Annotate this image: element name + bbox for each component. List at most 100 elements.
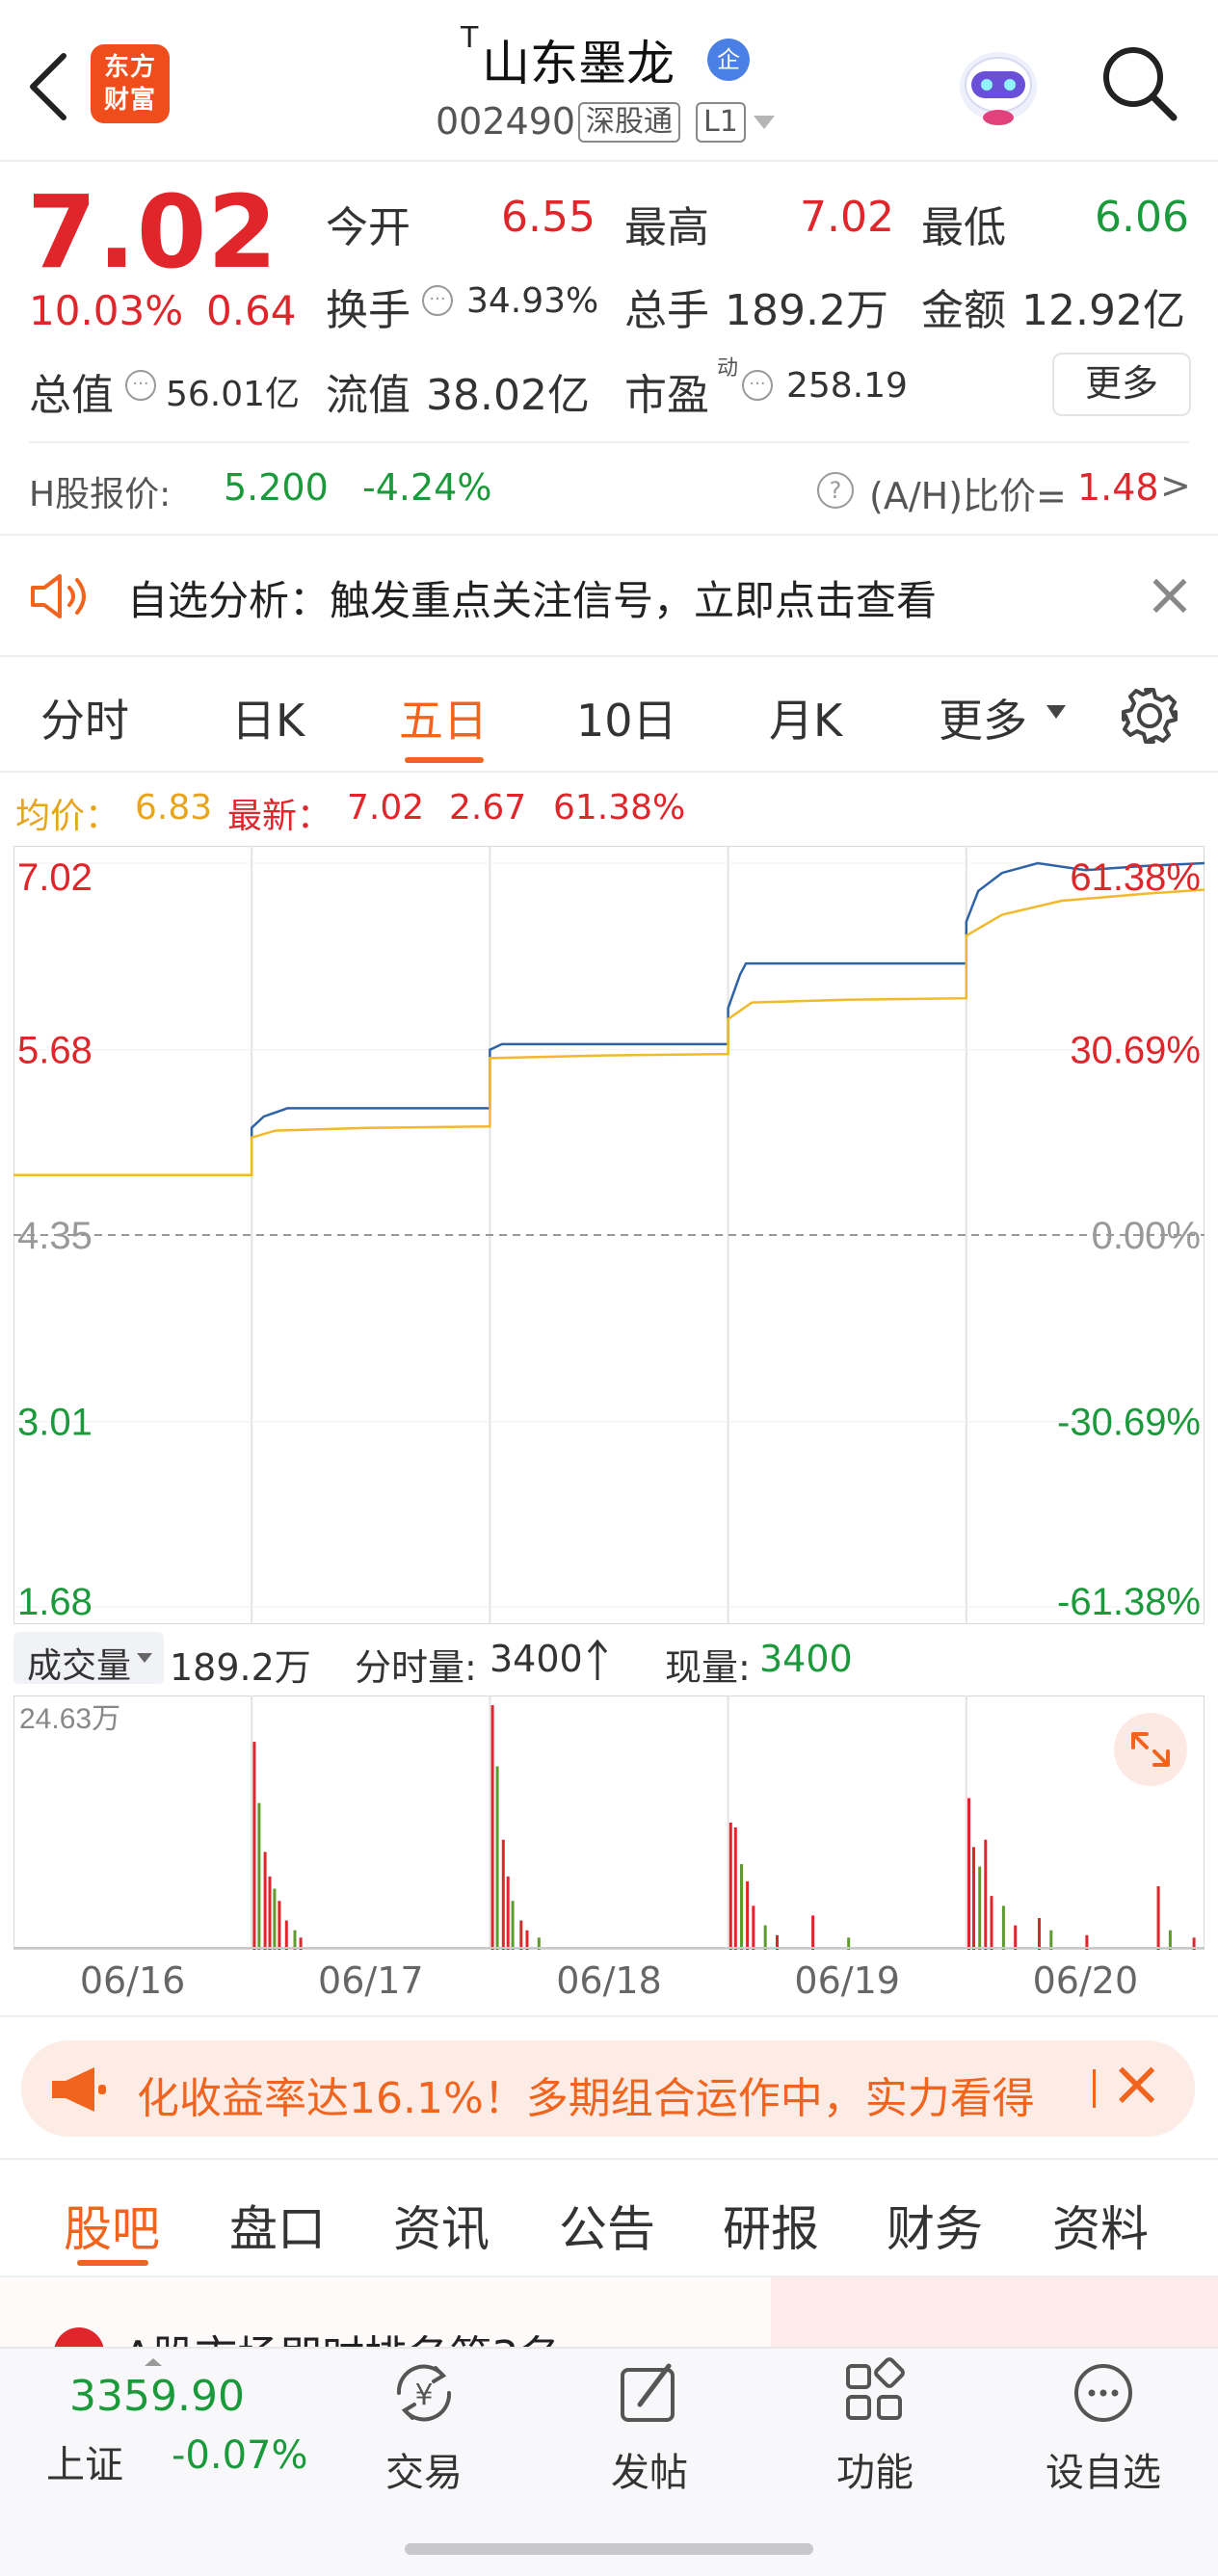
- tab-order-book[interactable]: 盘口: [229, 2191, 326, 2260]
- tab-more[interactable]: 更多: [939, 686, 1027, 749]
- tab-monthly-k[interactable]: 月K: [769, 686, 842, 749]
- tab-intraday[interactable]: 分时: [40, 686, 129, 749]
- caret-up-icon: [145, 2358, 162, 2366]
- volume-bar: [519, 1920, 523, 1950]
- tick-volume-value: 3400: [490, 1638, 583, 1680]
- close-icon[interactable]: ×: [1145, 559, 1195, 629]
- ad-banner[interactable]: 化收益率达16.1%！多期组合运作中，实力看得 ×: [21, 2040, 1195, 2137]
- ad-banner-text: 化收益率达16.1%！多期组合运作中，实力看得: [137, 2074, 1035, 2123]
- y-tick-label-right: 30.69%: [1070, 1030, 1201, 1072]
- volume-bar: [972, 1847, 975, 1950]
- pe-label: 市盈: [624, 371, 709, 420]
- tab-financials[interactable]: 财务: [887, 2191, 983, 2260]
- y-tick-label-right: 61.38%: [1070, 856, 1201, 899]
- h-share-label: H股报价:: [29, 475, 172, 514]
- index-name[interactable]: 上证: [46, 2433, 123, 2489]
- high-value: 7.02: [800, 193, 894, 242]
- yuan-exchange-icon: ¥: [396, 2364, 452, 2422]
- x-tick-label: 06/19: [794, 1959, 900, 2002]
- change-amount: 0.64: [206, 287, 297, 334]
- stock-code: 002490: [436, 100, 576, 143]
- x-tick-label: 06/17: [318, 1959, 424, 2002]
- index-value[interactable]: 3359.90: [69, 2372, 245, 2421]
- low-label: 最低: [921, 203, 1006, 252]
- volume-bar: [746, 1880, 750, 1950]
- volume-bar: [506, 1876, 510, 1950]
- help-icon[interactable]: ?: [817, 472, 854, 509]
- h-share-price: 5.200: [224, 466, 329, 509]
- volume-selector[interactable]: 成交量: [13, 1632, 164, 1686]
- eastmoney-logo: 东方 财富: [91, 44, 170, 123]
- close-icon[interactable]: ×: [1110, 2046, 1163, 2120]
- volume-bar: [1156, 1886, 1160, 1950]
- tab-research[interactable]: 研报: [723, 2191, 819, 2260]
- expand-icon[interactable]: [1114, 1713, 1187, 1786]
- dropdown-triangle-icon: [137, 1653, 152, 1663]
- post-label: 发帖: [611, 2451, 688, 2495]
- index-change[interactable]: -0.07%: [172, 2433, 308, 2478]
- price-chart[interactable]: 7.02 5.68 4.35 3.01 1.68 61.38% 30.69% 0.00% -3…: [13, 846, 1205, 1624]
- tab-daily-k[interactable]: 日K: [231, 686, 304, 749]
- dropdown-triangle-icon[interactable]: [752, 114, 777, 131]
- trade-nav[interactable]: ¥ 交易: [366, 2354, 482, 2497]
- arrow-up-icon: [587, 1639, 608, 1680]
- tab-ten-day[interactable]: 10日: [576, 686, 677, 749]
- volume-bar: [990, 1896, 993, 1950]
- active-tab-indicator: [405, 757, 484, 763]
- avg-price-label: 均价：: [15, 797, 120, 836]
- volume-chart[interactable]: 24.63万: [13, 1695, 1205, 1950]
- gear-icon[interactable]: [1120, 686, 1179, 746]
- home-indicator: [405, 2543, 813, 2555]
- post-nav[interactable]: 发帖: [592, 2354, 707, 2497]
- low-value: 6.06: [1095, 193, 1189, 242]
- tab-news[interactable]: 资讯: [393, 2191, 490, 2260]
- amount-value: 12.92亿: [1021, 286, 1185, 335]
- level-tag: L1: [696, 102, 746, 143]
- volume-bar: [284, 1920, 288, 1950]
- robot-assistant-icon[interactable]: [952, 37, 1045, 129]
- rank-icon: [54, 2327, 104, 2347]
- volume-label: 总手: [624, 286, 709, 335]
- market-tag: 深股通: [578, 102, 680, 143]
- volume-bar: [811, 1915, 815, 1950]
- volume-bar: [978, 1866, 982, 1950]
- latest-percent: 61.38%: [553, 788, 686, 828]
- y-tick-label-left: 7.02: [17, 856, 93, 899]
- notice-bar[interactable]: 自选分析：触发重点关注信号，立即点击查看 ×: [0, 536, 1218, 655]
- tab-five-day[interactable]: 五日: [399, 686, 488, 749]
- more-button[interactable]: 更多: [1052, 353, 1191, 416]
- tick-volume-label: 分时量:: [355, 1646, 477, 1689]
- watchlist-nav[interactable]: 设自选: [1041, 2354, 1166, 2497]
- feed-peek-text: A股市场即时排名第3名: [123, 2322, 561, 2347]
- volume-bar: [728, 1822, 732, 1950]
- volume-bar: [252, 1742, 256, 1950]
- latest-label: 最新：: [227, 797, 332, 836]
- search-icon[interactable]: [1099, 42, 1179, 123]
- info-dots-icon[interactable]: ···: [125, 370, 156, 401]
- x-tick-label: 06/20: [1032, 1959, 1139, 2002]
- trade-label: 交易: [385, 2451, 463, 2495]
- volume-label: 成交量: [27, 1646, 132, 1686]
- tab-profile[interactable]: 资料: [1052, 2191, 1149, 2260]
- notice-text: 自选分析：触发重点关注信号，立即点击查看: [127, 577, 938, 624]
- tab-announcements[interactable]: 公告: [559, 2191, 655, 2260]
- info-dots-icon[interactable]: ···: [742, 370, 773, 401]
- x-tick-label: 06/18: [556, 1959, 662, 2002]
- y-tick-label-left: 1.68: [17, 1581, 93, 1623]
- section-divider: [0, 2015, 1218, 2017]
- ad-divider: [1093, 2069, 1096, 2108]
- bottom-navbar: 3359.90 上证 -0.07% ¥ 交易 发帖 功能 设自选: [0, 2347, 1218, 2576]
- market-cap-value: 56.01亿: [166, 375, 301, 414]
- feature-nav[interactable]: 功能: [817, 2354, 933, 2497]
- volume-bar: [984, 1839, 988, 1950]
- stock-prefix: T: [461, 21, 479, 55]
- volume-bar: [733, 1827, 737, 1950]
- feature-label: 功能: [836, 2451, 914, 2495]
- volume-bar: [525, 1930, 529, 1950]
- chevron-left-icon[interactable]: [23, 50, 71, 123]
- tab-guba[interactable]: 股吧: [64, 2191, 160, 2260]
- info-dots-icon[interactable]: ···: [422, 285, 453, 316]
- volume-bar: [268, 1876, 272, 1950]
- header-divider: [0, 160, 1218, 162]
- h-share-change: -4.24%: [362, 466, 492, 509]
